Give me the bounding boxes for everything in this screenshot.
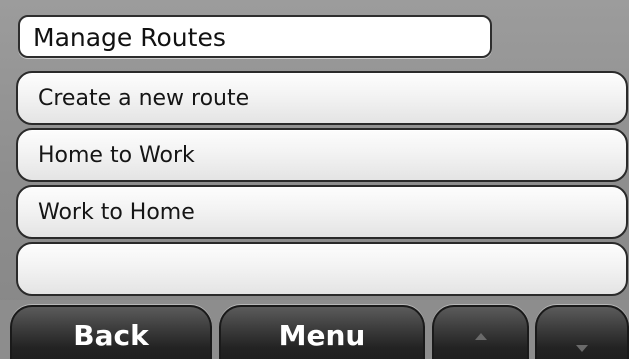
list-item-label: Home to Work <box>38 143 195 168</box>
back-button-label: Back <box>73 319 149 352</box>
list-item-label: Work to Home <box>38 200 195 225</box>
menu-button-label: Menu <box>278 319 366 352</box>
scroll-down-button[interactable] <box>535 305 629 359</box>
page-title: Manage Routes <box>33 23 226 52</box>
arrow-up-icon <box>474 333 487 340</box>
routes-screen: Manage Routes Create a new route Home to… <box>0 0 629 359</box>
menu-button[interactable]: Menu <box>219 305 425 359</box>
list-item-work-to-home[interactable]: Work to Home <box>16 185 628 239</box>
list-item-empty[interactable] <box>16 242 628 296</box>
scroll-up-button[interactable] <box>432 305 529 359</box>
list-item-home-to-work[interactable]: Home to Work <box>16 128 628 182</box>
back-button[interactable]: Back <box>10 305 212 359</box>
list-item-label: Create a new route <box>38 86 250 111</box>
list-item-create-route[interactable]: Create a new route <box>16 71 628 125</box>
arrow-down-icon <box>576 345 588 352</box>
title-bar: Manage Routes <box>18 15 492 58</box>
